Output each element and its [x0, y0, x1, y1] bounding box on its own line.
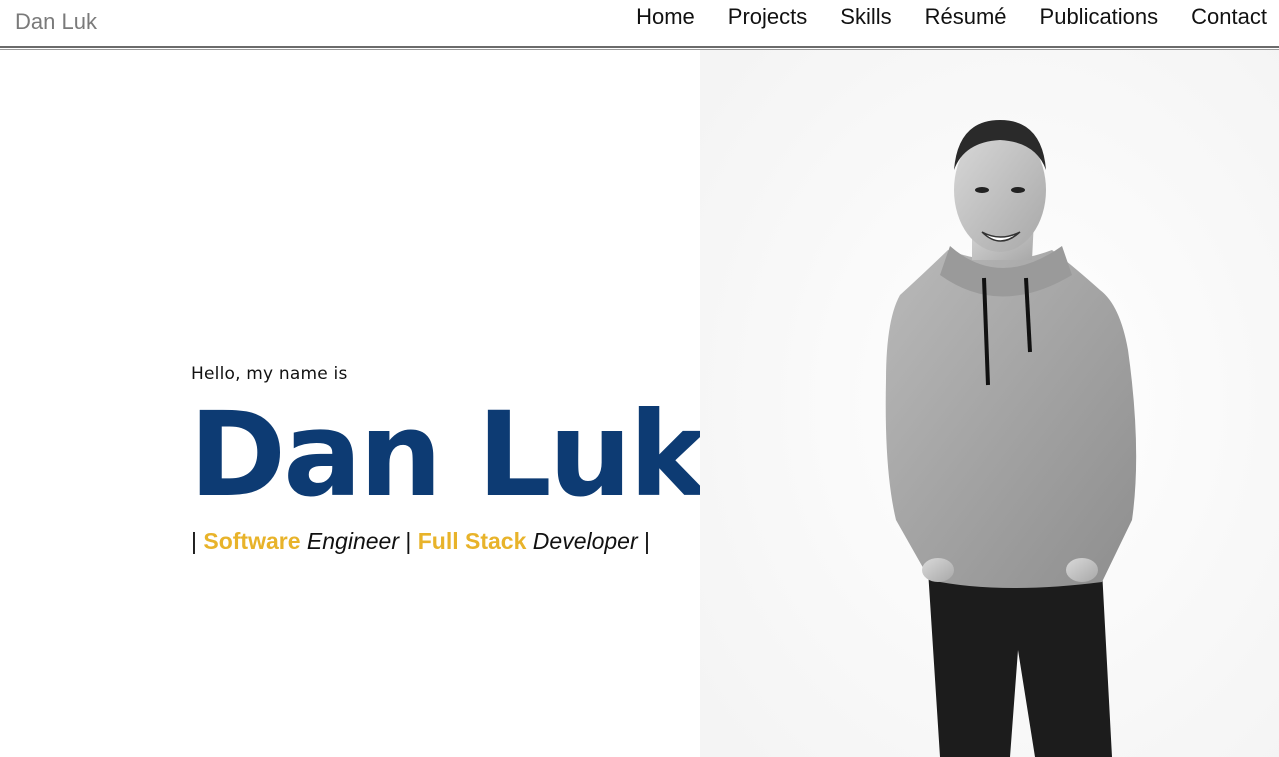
nav-link-resume[interactable]: Résumé	[925, 4, 1007, 30]
nav-link-projects[interactable]: Projects	[728, 4, 807, 30]
nav-links: Home Projects Skills Résumé Publications…	[603, 4, 1267, 30]
role2-rest: Developer	[532, 528, 638, 554]
nav-link-home[interactable]: Home	[636, 4, 695, 30]
nav-link-contact[interactable]: Contact	[1191, 4, 1267, 30]
nav-link-skills[interactable]: Skills	[840, 4, 891, 30]
hero-section: Hello, my name is Dan Luk | Software Eng…	[0, 50, 1279, 757]
roles-separator: |	[405, 528, 412, 554]
hero-name: Dan Luk	[189, 386, 707, 523]
roles-separator: |	[191, 528, 197, 554]
nav-divider-dark	[0, 46, 1279, 48]
role1-rest: Engineer	[306, 528, 399, 554]
hero-greeting: Hello, my name is	[191, 364, 348, 384]
portrait-image	[700, 50, 1279, 757]
brand-link[interactable]: Dan Luk	[15, 9, 97, 35]
roles-separator: |	[644, 528, 651, 554]
nav-link-publications[interactable]: Publications	[1040, 4, 1159, 30]
top-navbar: Dan Luk Home Projects Skills Résumé Publ…	[0, 0, 1279, 46]
role1-accent: Software	[203, 528, 301, 554]
hero-roles: | Software Engineer | Full Stack Develop…	[191, 528, 650, 555]
role2-accent: Full Stack	[417, 528, 527, 554]
